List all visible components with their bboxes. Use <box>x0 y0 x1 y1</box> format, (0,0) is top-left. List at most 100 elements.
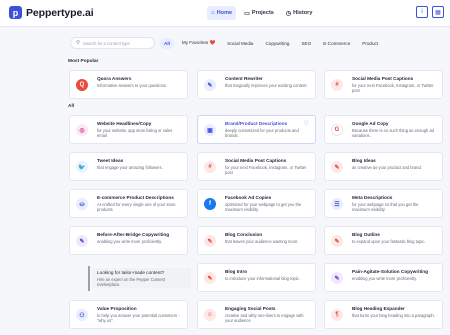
promo-accent-bar <box>88 266 90 291</box>
card-title: Content Rewriter <box>225 76 263 81</box>
content-type-card[interactable]: f Facebook Ad Copies optimized for your we… <box>197 189 316 218</box>
filter-chip[interactable]: SEO <box>297 38 315 49</box>
search-box[interactable]: ⚲ <box>70 37 155 49</box>
card-title: Brand/Product Descriptions <box>225 121 288 126</box>
content-type-card[interactable]: ✎ Blog Intro to introduce your information… <box>197 263 316 292</box>
content-type-card[interactable]: ✎ Pain-Agitate-Solution Copywriting enabli… <box>324 263 443 292</box>
card-title: Pain-Agitate-Solution Copywriting <box>352 269 429 274</box>
logo[interactable]: p Peppertype.ai <box>9 6 94 19</box>
content-type-card[interactable]: ✎ Before-After-Bridge Copywriting enabling… <box>69 226 188 255</box>
favorite-heart-icon[interactable]: ♡ <box>304 120 309 127</box>
card-description: enabling you write more proficiently. <box>97 239 162 244</box>
nav-label: History <box>293 10 313 16</box>
nav-projects[interactable]: ▭ Projects <box>240 6 278 20</box>
content-type-card[interactable]: 🐦 Tweet Ideas that engage your amazing fol… <box>69 152 188 181</box>
card-description: for your website, app store listing or s… <box>97 128 173 139</box>
card-title: Engaging Social Posts <box>225 306 276 311</box>
content-type-card[interactable]: ⚇ Value Proposition to help you answer you… <box>69 300 188 329</box>
filter-bar: ⚲ All My Favorites ❤️ Social Media Copywrit… <box>70 37 386 49</box>
bab-icon: ✎ <box>76 235 88 247</box>
card-title: Meta Descriptions <box>352 195 393 200</box>
nav-label: Projects <box>251 10 274 16</box>
card-title: Google Ad Copy <box>352 121 389 126</box>
card-description: for your next Facebook, Instagram, or Tw… <box>225 165 307 176</box>
value-icon: ⚇ <box>76 309 88 321</box>
card-title: Value Proposition <box>97 306 137 311</box>
content-type-card[interactable]: ☰ Meta Descriptions for your webpage so th… <box>324 189 443 218</box>
content-type-card[interactable]: ✎ Blog Ideas as creative as your product a… <box>324 152 443 181</box>
card-description: that engage your amazing followers. <box>97 165 163 170</box>
content-type-card[interactable]: ▣ Brand/Product Descriptions deeply custom… <box>197 115 316 144</box>
card-title: Blog Ideas <box>352 158 376 163</box>
section-all: All <box>68 104 75 109</box>
calendar-button[interactable]: ▦ <box>432 6 444 18</box>
card-description: to expand upon your fantastic blog topic… <box>352 239 426 244</box>
card-description: deeply customized for your products and … <box>225 128 299 139</box>
card-description: Informative answers to your questions. <box>97 83 168 88</box>
content-type-card[interactable]: ⛀ E-commerce Product Descriptions AI-craft… <box>69 189 188 218</box>
clock-icon: ◷ <box>285 10 292 17</box>
quora-icon: Q <box>76 79 88 91</box>
filter-chip[interactable]: All <box>160 37 174 49</box>
filter-chip[interactable]: E-Commerce <box>319 38 354 49</box>
main-nav: ⌂ Home ▭ Projects ◷ History <box>207 6 316 20</box>
corner-buttons: i ▦ <box>416 6 444 18</box>
filter-chips: All My Favorites ❤️ Social Media Copywritin… <box>160 37 386 49</box>
google-icon: G <box>331 124 343 136</box>
content-type-card[interactable]: ✎ Blog Conclusion that leaves your audienc… <box>197 226 316 255</box>
social-icon: # <box>204 161 216 173</box>
top-bar: p Peppertype.ai ⌂ Home ▭ Projects ◷ History i… <box>0 0 450 27</box>
nav-home[interactable]: ⌂ Home <box>207 6 237 20</box>
blog-ideas-icon: ✎ <box>331 161 343 173</box>
content-type-card[interactable]: ✎ Content Rewriter that magically improves… <box>197 70 316 99</box>
card-title: Blog Heading Expander <box>352 306 405 311</box>
card-description: creative and witty one-liners to engage … <box>225 313 304 324</box>
filter-chip[interactable]: Product <box>358 38 382 49</box>
outline-icon: ✎ <box>331 235 343 247</box>
card-title: Before-After-Bridge Copywriting <box>97 232 170 237</box>
content-type-card[interactable]: # Social Media Post Captions for your next… <box>324 70 443 99</box>
content-type-card[interactable]: ✎ Blog Outline to expand upon your fantast… <box>324 226 443 255</box>
rewriter-icon: ✎ <box>204 79 216 91</box>
promo-card[interactable]: Looking for tailor-made content? Hire an… <box>92 268 191 288</box>
content-type-card[interactable]: ☺ Engaging Social Posts creative and witty… <box>197 300 316 329</box>
card-title: Blog Conclusion <box>225 232 263 237</box>
info-button[interactable]: i <box>416 6 428 18</box>
card-description: for your next Facebook, Instagram, or Tw… <box>352 83 434 94</box>
filter-chip[interactable]: Copywriting <box>261 38 293 49</box>
content-type-card[interactable]: ◎ Website Headlines/Copy for your website,… <box>69 115 188 144</box>
content-type-card[interactable]: # Social Media Post Captions for your next… <box>197 152 316 181</box>
conclusion-icon: ✎ <box>204 235 216 247</box>
folder-icon: ▭ <box>244 10 250 17</box>
app-name: Peppertype.ai <box>26 6 94 19</box>
search-icon: ⚲ <box>76 40 81 46</box>
card-title: Quora Answers <box>97 76 132 81</box>
card-description: that magically improves your existing co… <box>225 83 308 88</box>
card-title: Blog Intro <box>225 269 248 274</box>
nav-label: Home <box>216 10 233 16</box>
promo-description: Hire an expert on the Pepper Content mar… <box>97 277 166 288</box>
pas-icon: ✎ <box>331 272 343 284</box>
content-type-card[interactable]: G Google Ad Copy Because there is no such … <box>324 115 443 144</box>
twitter-icon: 🐦 <box>76 161 88 173</box>
filter-chip[interactable]: Social Media <box>223 38 257 49</box>
logo-mark-icon: p <box>9 6 22 19</box>
card-description: that turns your blog heading into a para… <box>352 313 435 318</box>
facebook-icon: f <box>204 198 216 210</box>
nav-history[interactable]: ◷ History <box>282 6 317 20</box>
card-description: that leaves your audience wanting more. <box>225 239 299 244</box>
content-type-card[interactable]: ¶ Blog Heading Expander that turns your bl… <box>324 300 443 329</box>
engaging-icon: ☺ <box>204 309 216 321</box>
card-title: Social Media Post Captions <box>352 76 414 81</box>
card-title: Facebook Ad Copies <box>225 195 272 200</box>
content-type-card[interactable]: Q Quora Answers Informative answers to you… <box>69 70 188 99</box>
filter-chip[interactable]: My Favorites ❤️ <box>178 38 219 49</box>
section-most-popular: Most Popular <box>68 59 99 64</box>
calendar-icon: ▦ <box>435 9 441 16</box>
search-input[interactable] <box>83 40 152 46</box>
expander-icon: ¶ <box>331 309 343 321</box>
card-title: E-commerce Product Descriptions <box>97 195 174 200</box>
card-description: to introduce your informational blog top… <box>225 276 300 281</box>
info-icon: i <box>421 9 423 15</box>
intro-icon: ✎ <box>204 272 216 284</box>
